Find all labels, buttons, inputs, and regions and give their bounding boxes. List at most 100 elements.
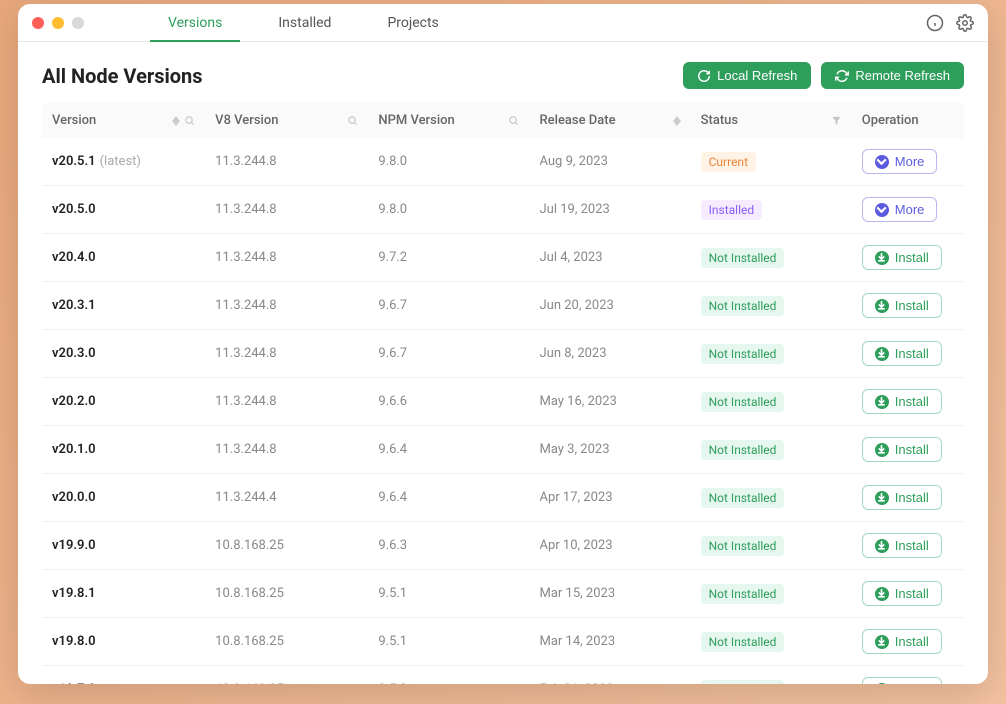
maximize-window-button[interactable] <box>72 17 84 29</box>
date-cell: May 16, 2023 <box>529 378 690 426</box>
search-icon[interactable] <box>184 115 195 126</box>
chevron-down-icon <box>875 155 889 169</box>
install-button[interactable]: Install <box>862 485 942 510</box>
version-value: v19.8.1 <box>52 586 96 601</box>
date-cell: Apr 10, 2023 <box>529 522 690 570</box>
sort-icon[interactable] <box>673 116 681 126</box>
status-cell: Not Installed <box>691 378 852 426</box>
operation-cell: Install <box>852 282 964 330</box>
local-refresh-button[interactable]: Local Refresh <box>683 62 811 89</box>
download-icon <box>875 395 889 409</box>
install-button[interactable]: Install <box>862 245 942 270</box>
date-cell: Jul 4, 2023 <box>529 234 690 282</box>
date-cell: Apr 17, 2023 <box>529 474 690 522</box>
version-value: v20.5.0 <box>52 202 96 217</box>
npm-cell: 9.8.0 <box>368 186 529 234</box>
status-cell: Not Installed <box>691 330 852 378</box>
more-label: More <box>895 154 925 169</box>
filter-icon[interactable] <box>831 115 842 126</box>
v8-cell: 11.3.244.8 <box>205 138 368 186</box>
status-badge: Not Installed <box>701 584 785 604</box>
v8-cell: 11.3.244.8 <box>205 378 368 426</box>
install-button[interactable]: Install <box>862 293 942 318</box>
install-button[interactable]: Install <box>862 629 942 654</box>
column-version-label: Version <box>52 113 96 128</box>
version-cell: v19.7.0 <box>42 666 205 685</box>
info-icon[interactable] <box>926 14 944 32</box>
status-badge: Not Installed <box>701 632 785 652</box>
column-status[interactable]: Status <box>691 103 852 138</box>
npm-cell: 9.5.1 <box>368 570 529 618</box>
download-icon <box>875 491 889 505</box>
npm-cell: 9.5.0 <box>368 666 529 685</box>
npm-cell: 9.6.6 <box>368 378 529 426</box>
date-cell: Jun 20, 2023 <box>529 282 690 330</box>
date-cell: Jun 8, 2023 <box>529 330 690 378</box>
table-row: v20.3.111.3.244.89.6.7Jun 20, 2023Not In… <box>42 282 964 330</box>
version-value: v19.7.0 <box>52 682 96 684</box>
table-row: v19.9.010.8.168.259.6.3Apr 10, 2023Not I… <box>42 522 964 570</box>
column-npm[interactable]: NPM Version <box>368 103 529 138</box>
install-button[interactable]: Install <box>862 581 942 606</box>
sort-icon[interactable] <box>172 116 180 126</box>
column-v8[interactable]: V8 Version <box>205 103 368 138</box>
close-window-button[interactable] <box>32 17 44 29</box>
download-icon <box>875 443 889 457</box>
minimize-window-button[interactable] <box>52 17 64 29</box>
refresh-icon <box>835 69 849 83</box>
status-badge: Not Installed <box>701 344 785 364</box>
column-release[interactable]: Release Date <box>529 103 690 138</box>
more-button[interactable]: More <box>862 149 938 174</box>
npm-cell: 9.6.7 <box>368 282 529 330</box>
date-cell: Mar 15, 2023 <box>529 570 690 618</box>
date-cell: Mar 14, 2023 <box>529 618 690 666</box>
status-cell: Not Installed <box>691 666 852 685</box>
table-row: v20.3.011.3.244.89.6.7Jun 8, 2023Not Ins… <box>42 330 964 378</box>
status-cell: Not Installed <box>691 570 852 618</box>
latest-tag: (latest) <box>100 154 141 169</box>
version-value: v19.8.0 <box>52 634 96 649</box>
install-button[interactable]: Install <box>862 341 942 366</box>
operation-cell: Install <box>852 666 964 685</box>
refresh-icon <box>697 69 711 83</box>
table-scroll[interactable]: Version V8 Version <box>18 103 988 684</box>
titlebar-right <box>926 14 974 32</box>
install-button[interactable]: Install <box>862 389 942 414</box>
tab-label: Versions <box>168 15 222 31</box>
version-value: v19.9.0 <box>52 538 96 553</box>
tab-installed[interactable]: Installed <box>250 4 359 41</box>
traffic-lights <box>32 17 84 29</box>
remote-refresh-button[interactable]: Remote Refresh <box>821 62 964 89</box>
status-badge: Not Installed <box>701 248 785 268</box>
install-button[interactable]: Install <box>862 437 942 462</box>
install-button[interactable]: Install <box>862 533 942 558</box>
table-row: v19.7.010.8.168.259.5.0Feb 21, 2023Not I… <box>42 666 964 685</box>
tab-versions[interactable]: Versions <box>140 4 250 41</box>
v8-cell: 11.3.244.8 <box>205 330 368 378</box>
install-label: Install <box>895 298 929 313</box>
date-cell: Jul 19, 2023 <box>529 186 690 234</box>
status-badge: Not Installed <box>701 440 785 460</box>
download-icon <box>875 539 889 553</box>
search-icon[interactable] <box>347 115 358 126</box>
status-badge: Not Installed <box>701 680 785 685</box>
column-version[interactable]: Version <box>42 103 205 138</box>
operation-cell: Install <box>852 618 964 666</box>
operation-cell: Install <box>852 474 964 522</box>
more-button[interactable]: More <box>862 197 938 222</box>
version-value: v20.5.1 <box>52 154 96 169</box>
install-button[interactable]: Install <box>862 677 942 684</box>
more-label: More <box>895 202 925 217</box>
table-row: v20.4.011.3.244.89.7.2Jul 4, 2023Not Ins… <box>42 234 964 282</box>
download-icon <box>875 635 889 649</box>
status-badge: Not Installed <box>701 392 785 412</box>
local-refresh-label: Local Refresh <box>717 68 797 83</box>
tab-projects[interactable]: Projects <box>359 4 466 41</box>
v8-cell: 11.3.244.8 <box>205 426 368 474</box>
version-value: v20.3.1 <box>52 298 96 313</box>
column-operation: Operation <box>852 103 964 138</box>
search-icon[interactable] <box>508 115 519 126</box>
download-icon <box>875 251 889 265</box>
main-tabs: Versions InstalledProjects <box>140 4 467 41</box>
settings-icon[interactable] <box>956 14 974 32</box>
